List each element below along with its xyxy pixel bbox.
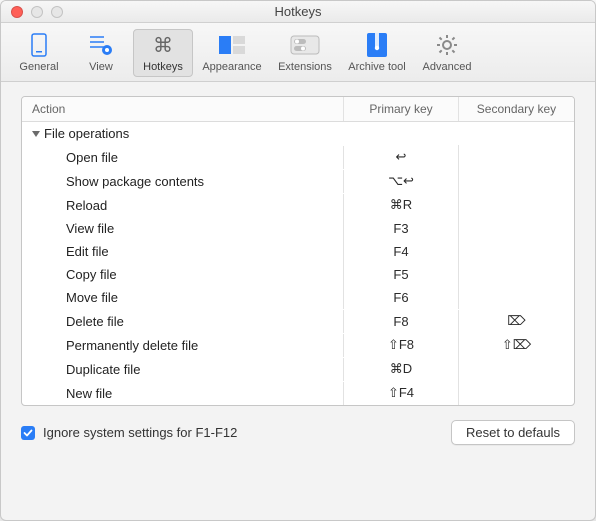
action-cell: Delete file [22,310,344,333]
toolbar-item-appearance[interactable]: Appearance [195,29,269,77]
preferences-window: Hotkeys General View ⌘ Hotkeys Appearanc… [0,0,596,521]
table-row[interactable]: View fileF3 [22,217,574,240]
table-row[interactable]: Edit fileF4 [22,240,574,263]
general-icon [17,31,61,59]
table-row[interactable]: New file⇧F4 [22,381,574,405]
reset-defaults-button[interactable]: Reset to defauls [451,420,575,445]
titlebar: Hotkeys [1,1,595,23]
action-cell: Move file [22,286,344,309]
toolbar-label: Extensions [278,61,332,73]
col-header-action[interactable]: Action [22,97,344,121]
table-header: Action Primary key Secondary key [22,97,574,122]
primary-key-cell[interactable]: F3 [344,217,459,240]
minimize-icon[interactable] [31,6,43,18]
table-row[interactable]: Delete fileF8⌦ [22,309,574,333]
close-icon[interactable] [11,6,23,18]
table-body[interactable]: File operations Open file↩Show package c… [22,122,574,405]
table-row[interactable]: Duplicate file⌘D [22,357,574,381]
toolbar-item-view[interactable]: View [71,29,131,77]
secondary-key-cell[interactable] [459,201,574,209]
action-cell: Copy file [22,263,344,286]
primary-key-cell[interactable]: ⌘R [344,193,459,217]
toolbar-item-hotkeys[interactable]: ⌘ Hotkeys [133,29,193,77]
action-cell: Duplicate file [22,358,344,381]
hotkeys-icon: ⌘ [141,31,185,59]
secondary-key-cell[interactable] [459,225,574,233]
action-cell: Open file [22,146,344,169]
secondary-key-cell[interactable] [459,389,574,397]
col-header-secondary[interactable]: Secondary key [459,97,574,121]
action-cell: Edit file [22,240,344,263]
secondary-key-cell[interactable]: ⌦ [459,309,574,333]
toolbar-label: Archive tool [348,61,405,73]
toolbar-label: Advanced [423,61,472,73]
primary-key-cell[interactable]: ⇧F4 [344,381,459,405]
table-row[interactable]: Copy fileF5 [22,263,574,286]
table-row[interactable]: Open file↩ [22,145,574,169]
action-cell: Reload [22,194,344,217]
toolbar-item-general[interactable]: General [9,29,69,77]
view-icon [79,31,123,59]
toolbar-item-archivetool[interactable]: Archive tool [341,29,413,77]
toolbar-label: View [89,61,113,73]
footer: Ignore system settings for F1-F12 Reset … [21,420,575,445]
primary-key-cell[interactable]: ⌥↩ [344,169,459,193]
secondary-key-cell[interactable] [459,271,574,279]
ignore-fkeys-checkbox[interactable] [21,426,35,440]
traffic-lights [1,6,63,18]
toolbar-label: General [19,61,58,73]
primary-key-cell[interactable]: ⌘D [344,357,459,381]
table-row[interactable]: Reload⌘R [22,193,574,217]
secondary-key-cell[interactable] [459,248,574,256]
group-label: File operations [44,126,129,141]
toolbar: General View ⌘ Hotkeys Appearance Extens… [1,23,595,82]
action-cell: View file [22,217,344,240]
toolbar-label: Appearance [202,61,261,73]
action-cell: Permanently delete file [22,334,344,357]
gear-icon [425,31,469,59]
table-row[interactable]: Permanently delete file⇧F8⇧⌦ [22,333,574,357]
primary-key-cell[interactable]: ↩ [344,145,459,169]
table-row[interactable]: Show package contents⌥↩ [22,169,574,193]
table-row[interactable]: Move fileF6 [22,286,574,309]
toolbar-item-advanced[interactable]: Advanced [415,29,479,77]
secondary-key-cell[interactable] [459,365,574,373]
primary-key-cell[interactable]: F5 [344,263,459,286]
extensions-icon [283,31,327,59]
primary-key-cell[interactable]: F8 [344,310,459,333]
content-area: Action Primary key Secondary key File op… [1,82,595,461]
ignore-fkeys-label: Ignore system settings for F1-F12 [43,425,237,440]
zoom-icon[interactable] [51,6,63,18]
primary-key-cell[interactable]: F4 [344,240,459,263]
hotkeys-table: Action Primary key Secondary key File op… [21,96,575,406]
window-title: Hotkeys [1,4,595,19]
disclosure-triangle-icon[interactable] [32,131,40,137]
toolbar-item-extensions[interactable]: Extensions [271,29,339,77]
action-cell: Show package contents [22,170,344,193]
action-cell: New file [22,382,344,405]
col-header-primary[interactable]: Primary key [344,97,459,121]
primary-key-cell[interactable]: F6 [344,286,459,309]
appearance-icon [210,31,254,59]
secondary-key-cell[interactable] [459,153,574,161]
group-row[interactable]: File operations [22,122,574,145]
secondary-key-cell[interactable]: ⇧⌦ [459,333,574,357]
primary-key-cell[interactable]: ⇧F8 [344,333,459,357]
toolbar-label: Hotkeys [143,61,183,73]
secondary-key-cell[interactable] [459,294,574,302]
secondary-key-cell[interactable] [459,177,574,185]
archive-icon [355,31,399,59]
